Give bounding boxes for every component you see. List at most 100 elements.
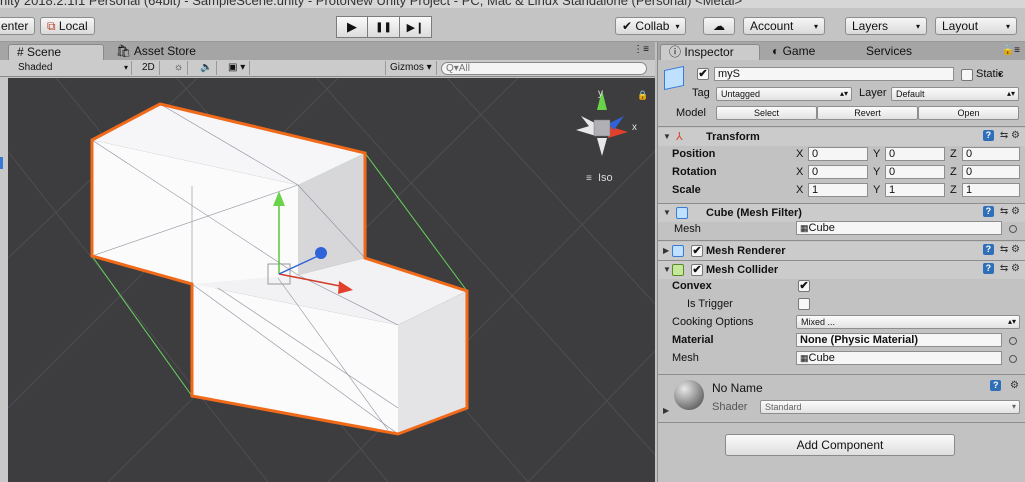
lock-icon[interactable]: 🔒	[637, 90, 648, 100]
transform-z-field[interactable]: 1	[962, 183, 1020, 197]
transform-x-field[interactable]: 1	[808, 183, 868, 197]
game-icon: ◐	[772, 44, 780, 58]
pivot-toggle-button[interactable]: enter	[0, 17, 36, 35]
help-icon[interactable]: ?	[982, 263, 994, 274]
cube-object-icon	[664, 65, 684, 91]
help-icon[interactable]: ?	[982, 206, 994, 217]
transform-z-field[interactable]: 0	[962, 147, 1020, 161]
tab-game[interactable]: ◐ Game	[764, 44, 823, 60]
convex-checkbox[interactable]: ✔	[798, 280, 810, 292]
mesh-collider-enabled-checkbox[interactable]: ✔	[691, 264, 703, 276]
foldout-open-icon[interactable]: ▼	[663, 132, 671, 141]
mesh-icon: ▦	[800, 353, 809, 363]
transform-x-field[interactable]: 0	[808, 165, 868, 179]
settings-gear-icon[interactable]: ⚙	[1011, 206, 1020, 217]
mesh-renderer-header[interactable]: ▶ ✔ Mesh Renderer ? ⇆ ⚙	[658, 242, 1025, 260]
object-picker-icon[interactable]	[1009, 337, 1017, 345]
transform-y-field[interactable]: 0	[885, 147, 945, 161]
mesh-collider-mesh-field[interactable]: ▦Cube	[796, 351, 1002, 365]
add-component-button[interactable]: Add Component	[725, 434, 955, 456]
lighting-toggle[interactable]: ☼	[170, 61, 189, 75]
settings-gear-icon[interactable]: ⚙	[1011, 244, 1020, 255]
preset-icon[interactable]: ⇆	[1000, 206, 1008, 217]
material-field[interactable]: None (Physic Material)	[796, 333, 1002, 347]
local-global-toggle-button[interactable]: ⧉ Local	[40, 17, 95, 35]
active-checkbox[interactable]: ✔	[697, 68, 709, 80]
sun-icon: ☼	[174, 62, 184, 73]
audio-toggle[interactable]: 🔈	[196, 61, 218, 75]
layer-label: Layer	[859, 87, 887, 99]
mesh-filter-mesh-field[interactable]: ▦Cube	[796, 221, 1002, 235]
transform-header[interactable]: ▼ ⅄ Transform ? ⇆ ⚙	[658, 128, 1025, 146]
scene-search-input[interactable]: Q▾All	[441, 62, 647, 75]
gizmos-dropdown[interactable]: Gizmos ▾	[385, 61, 437, 75]
axis-x-label: X	[796, 166, 804, 178]
tab-services[interactable]: Services	[858, 44, 920, 60]
static-checkbox[interactable]	[961, 69, 973, 81]
layout-dropdown[interactable]: Layout ▾	[935, 17, 1017, 35]
mesh-renderer-enabled-checkbox[interactable]: ✔	[691, 245, 703, 257]
window-title-bar: nity 2018.2.1f1 Personal (64bit) - Sampl…	[0, 0, 1025, 8]
foldout-closed-icon[interactable]: ▶	[663, 406, 669, 415]
cooking-options-dropdown[interactable]: Mixed ... ▴▾	[796, 315, 1020, 329]
tab-scene[interactable]: # Scene	[8, 44, 104, 60]
step-button[interactable]: ▶❙	[400, 16, 432, 38]
foldout-open-icon[interactable]: ▼	[663, 265, 671, 274]
tag-dropdown[interactable]: Untagged ▴▾	[716, 87, 852, 101]
tab-asset-store[interactable]: 🛍 Asset Store	[108, 44, 204, 60]
pause-button[interactable]: ❚❚	[368, 16, 400, 38]
object-name-field[interactable]: myS	[714, 67, 954, 81]
help-icon[interactable]: ?	[982, 130, 994, 141]
transform-y-field[interactable]: 1	[885, 183, 945, 197]
scene-viewport[interactable]: y x 🔒 ≡ Iso	[8, 78, 655, 482]
orientation-gizmo[interactable]	[576, 90, 628, 156]
scene-view-toolbar: Shaded ▾ 2D ☼ 🔈 ▣ ▾ Gizmos ▾ Q▾All	[0, 60, 655, 77]
inspector-menu-icon[interactable]: 🔒≡	[1002, 45, 1020, 56]
mesh-filter-header[interactable]: ▼ Cube (Mesh Filter) ? ⇆ ⚙	[658, 204, 1025, 222]
model-select-button[interactable]: Select	[716, 106, 817, 120]
axis-x-label: X	[796, 148, 804, 160]
settings-gear-icon[interactable]: ⚙	[1011, 263, 1020, 274]
layer-dropdown[interactable]: Default ▴▾	[891, 87, 1019, 101]
static-dropdown-icon[interactable]: ▾	[998, 70, 1002, 79]
shader-dropdown[interactable]: Standard ▾	[760, 400, 1020, 414]
projection-label[interactable]: Iso	[598, 172, 613, 184]
layers-dropdown[interactable]: Layers ▾	[845, 17, 927, 35]
transform-title: Transform	[706, 131, 760, 143]
model-open-button[interactable]: Open	[918, 106, 1019, 120]
preset-icon[interactable]: ⇆	[1000, 263, 1008, 274]
preset-icon[interactable]: ⇆	[1000, 244, 1008, 255]
settings-gear-icon[interactable]: ⚙	[1010, 380, 1019, 391]
tab-menu-icon[interactable]: ⋮≡	[633, 44, 649, 55]
transform-y-field[interactable]: 0	[885, 165, 945, 179]
object-picker-icon[interactable]	[1009, 355, 1017, 363]
cloud-button[interactable]: ☁	[703, 17, 735, 35]
shading-mode-dropdown[interactable]: Shaded ▾	[14, 61, 132, 75]
collab-button[interactable]: ✔ Collab ▾	[615, 17, 687, 35]
object-picker-icon[interactable]	[1009, 225, 1017, 233]
effects-dropdown[interactable]: ▣ ▾	[224, 61, 251, 75]
help-icon[interactable]: ?	[990, 380, 1002, 391]
transform-x-field[interactable]: 0	[808, 147, 868, 161]
foldout-closed-icon[interactable]: ▶	[663, 246, 669, 255]
tab-inspector[interactable]: ⓘ Inspector	[660, 44, 760, 60]
settings-gear-icon[interactable]: ⚙	[1011, 130, 1020, 141]
help-icon[interactable]: ?	[982, 244, 994, 255]
cube-icon: ⧉	[47, 19, 56, 33]
model-revert-button[interactable]: Revert	[817, 106, 918, 120]
transform-z-field[interactable]: 0	[962, 165, 1020, 179]
is-trigger-checkbox[interactable]	[798, 298, 810, 310]
window-title: nity 2018.2.1f1 Personal (64bit) - Sampl…	[0, 0, 743, 8]
mesh-collider-header[interactable]: ▼ ✔ Mesh Collider ? ⇆ ⚙	[658, 261, 1025, 279]
axis-x-label: x	[632, 122, 637, 133]
play-button[interactable]: ▶	[336, 16, 368, 38]
foldout-open-icon[interactable]: ▼	[663, 208, 671, 217]
transform-row-label: Position	[672, 148, 716, 160]
main-toolbar: enter ⧉ Local ▶ ❚❚ ▶❙ ✔ Collab ▾ ☁ Accoun…	[0, 8, 1025, 42]
axis-z-label: Z	[950, 166, 957, 178]
2d-mode-toggle[interactable]: 2D	[138, 61, 160, 75]
account-dropdown[interactable]: Account ▾	[743, 17, 825, 35]
projection-menu-icon[interactable]: ≡	[586, 173, 592, 184]
preset-icon[interactable]: ⇆	[1000, 130, 1008, 141]
material-preview-sphere[interactable]	[674, 380, 704, 410]
